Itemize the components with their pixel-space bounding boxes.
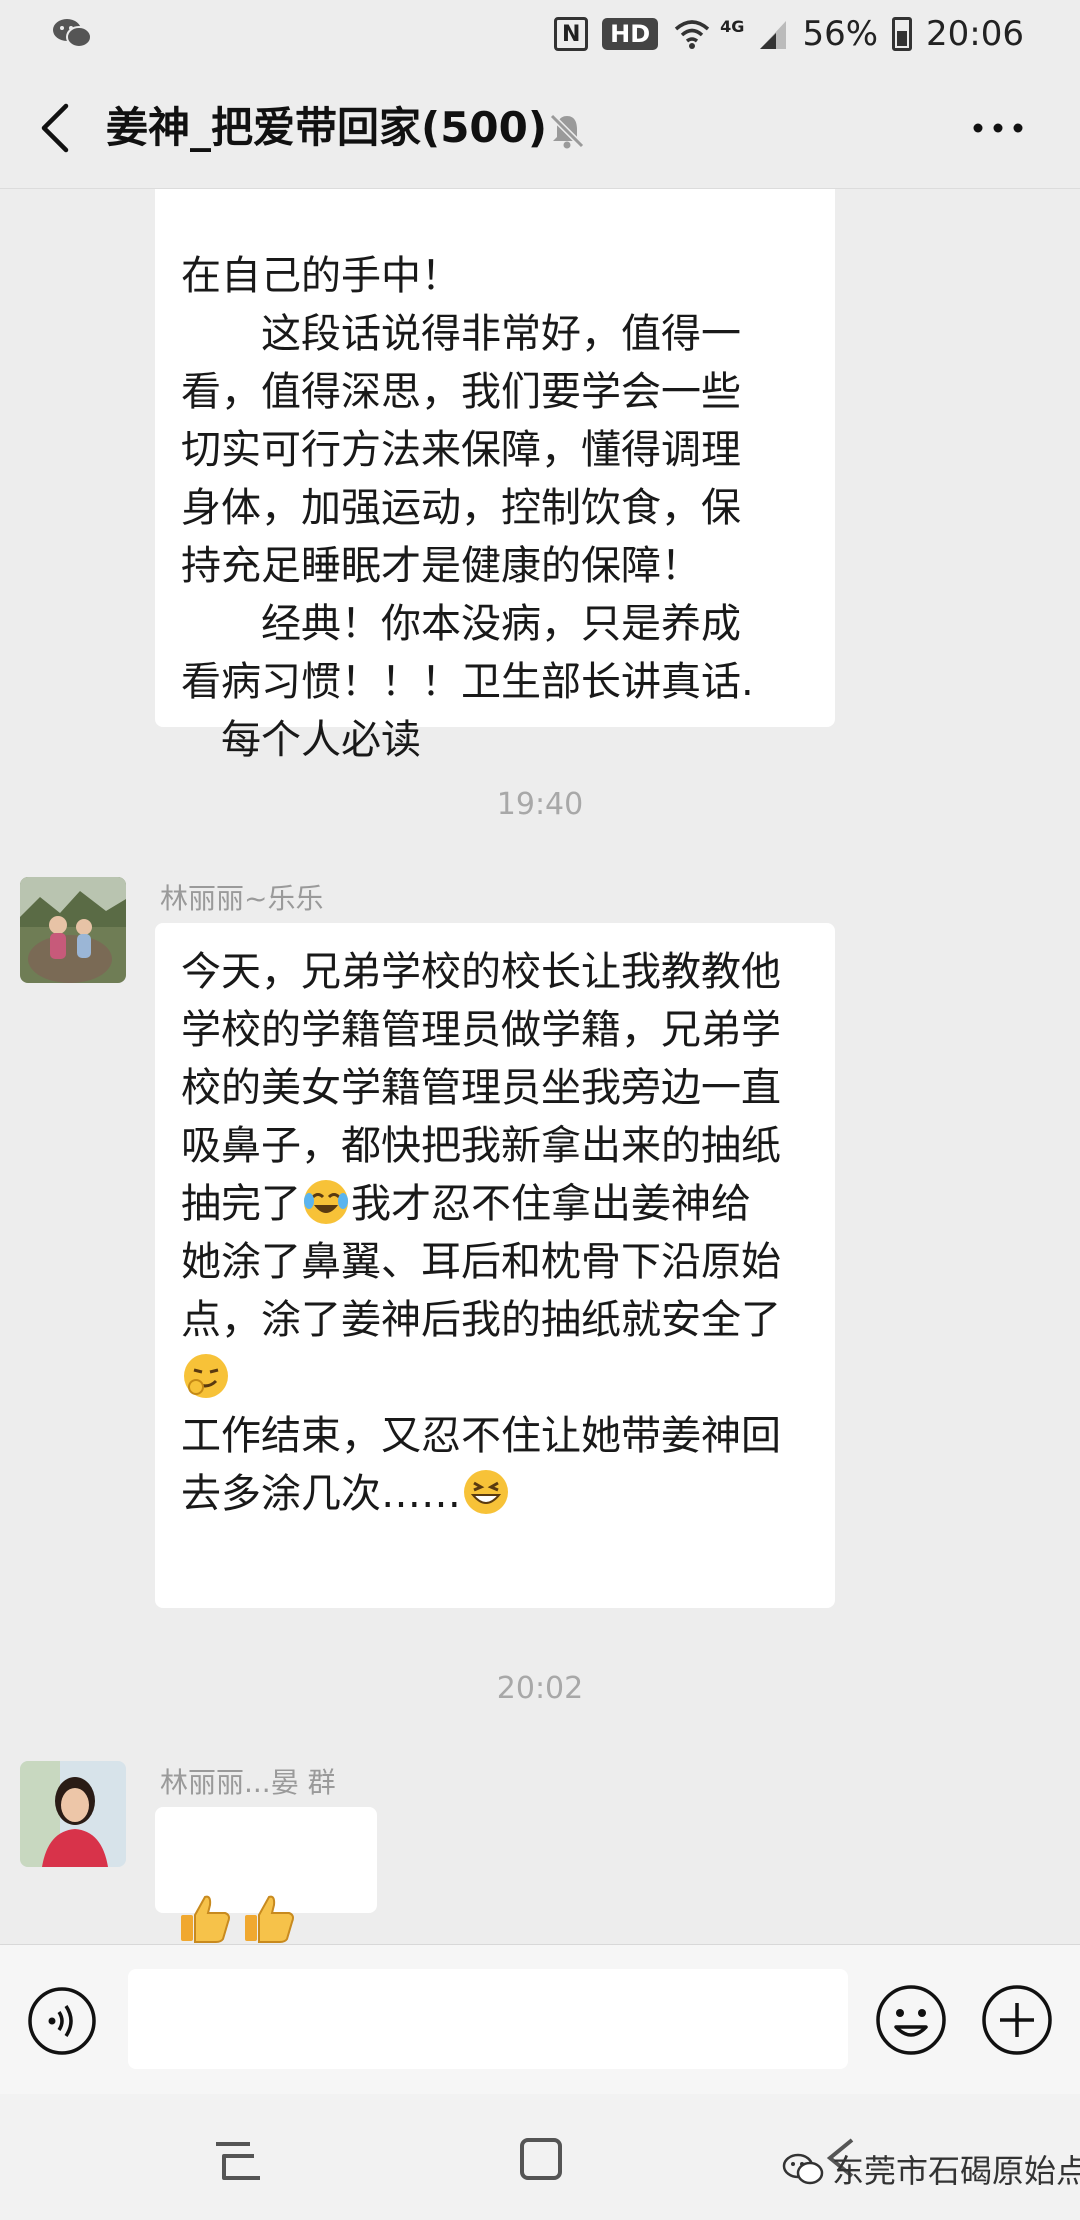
message-bubble[interactable]: 今天，兄弟学校的校长让我教教他 学校的学籍管理员做学籍，兄弟学 校的美女学籍管理…	[155, 923, 835, 1608]
avatar[interactable]	[20, 1761, 126, 1867]
sender-name: 林丽丽...晏 群	[160, 1766, 336, 1799]
wechat-notification-icon	[53, 19, 92, 48]
clock: 20:06	[926, 14, 1024, 54]
battery-icon	[892, 17, 913, 51]
wifi-icon	[675, 20, 710, 49]
watermark-text: 东莞市石碣原始点	[832, 2152, 1080, 2190]
avatar-image	[20, 1761, 126, 1867]
message-bubble[interactable]	[155, 1807, 377, 1943]
timestamp: 20:02	[496, 1671, 584, 1706]
smirk-emoji-icon	[184, 1354, 228, 1398]
status-icons: N HD 4G 56% 20:06	[554, 10, 1024, 58]
input-bar	[0, 1944, 1080, 2095]
emoji-picker-icon[interactable]	[874, 1983, 948, 2057]
nfc-icon: N	[554, 17, 589, 51]
avatar-image	[20, 877, 126, 983]
timestamp: 19:40	[496, 787, 584, 822]
avatar[interactable]	[20, 877, 126, 983]
grin-emoji-icon	[464, 1470, 508, 1514]
home-button-icon[interactable]	[516, 2134, 566, 2184]
message-input[interactable]	[128, 1969, 848, 2069]
mute-bell-icon	[549, 113, 585, 149]
crying-laughing-emoji-icon	[304, 1180, 348, 1224]
signal-icon	[760, 21, 787, 49]
chat-title: 姜神_把爱带回家(500)	[106, 103, 548, 152]
voice-input-icon[interactable]	[26, 1985, 98, 2057]
chat-header: 姜神_把爱带回家(500)	[0, 68, 1080, 189]
message-text: 在自己的手中！ 这段话说得非常好，值得一 看，值得深思，我们要学会一些 切实可行…	[181, 253, 754, 763]
recent-apps-icon[interactable]	[210, 2136, 266, 2186]
more-options-icon[interactable]	[968, 108, 1028, 148]
message-bubble[interactable]: 在自己的手中！ 这段话说得非常好，值得一 看，值得深思，我们要学会一些 切实可行…	[155, 189, 835, 763]
hd-badge: HD	[602, 18, 659, 50]
more-functions-plus-icon[interactable]	[980, 1983, 1054, 2057]
battery-percent: 56%	[802, 14, 879, 54]
back-arrow-icon[interactable]	[36, 100, 76, 156]
sender-name: 林丽丽~乐乐	[160, 882, 324, 915]
watermark: 东莞市石碣原始点	[782, 2146, 1080, 2192]
message-list[interactable]: 在自己的手中！ 这段话说得非常好，值得一 看，值得深思，我们要学会一些 切实可行…	[0, 189, 1080, 1944]
network-type-label: 4G	[720, 16, 745, 36]
thumbs-up-emoji-icon	[245, 1895, 294, 1943]
thumbs-up-emoji-icon	[181, 1895, 230, 1943]
status-bar: N HD 4G 56% 20:06	[0, 0, 1080, 68]
wechat-logo-icon	[782, 2153, 824, 2185]
